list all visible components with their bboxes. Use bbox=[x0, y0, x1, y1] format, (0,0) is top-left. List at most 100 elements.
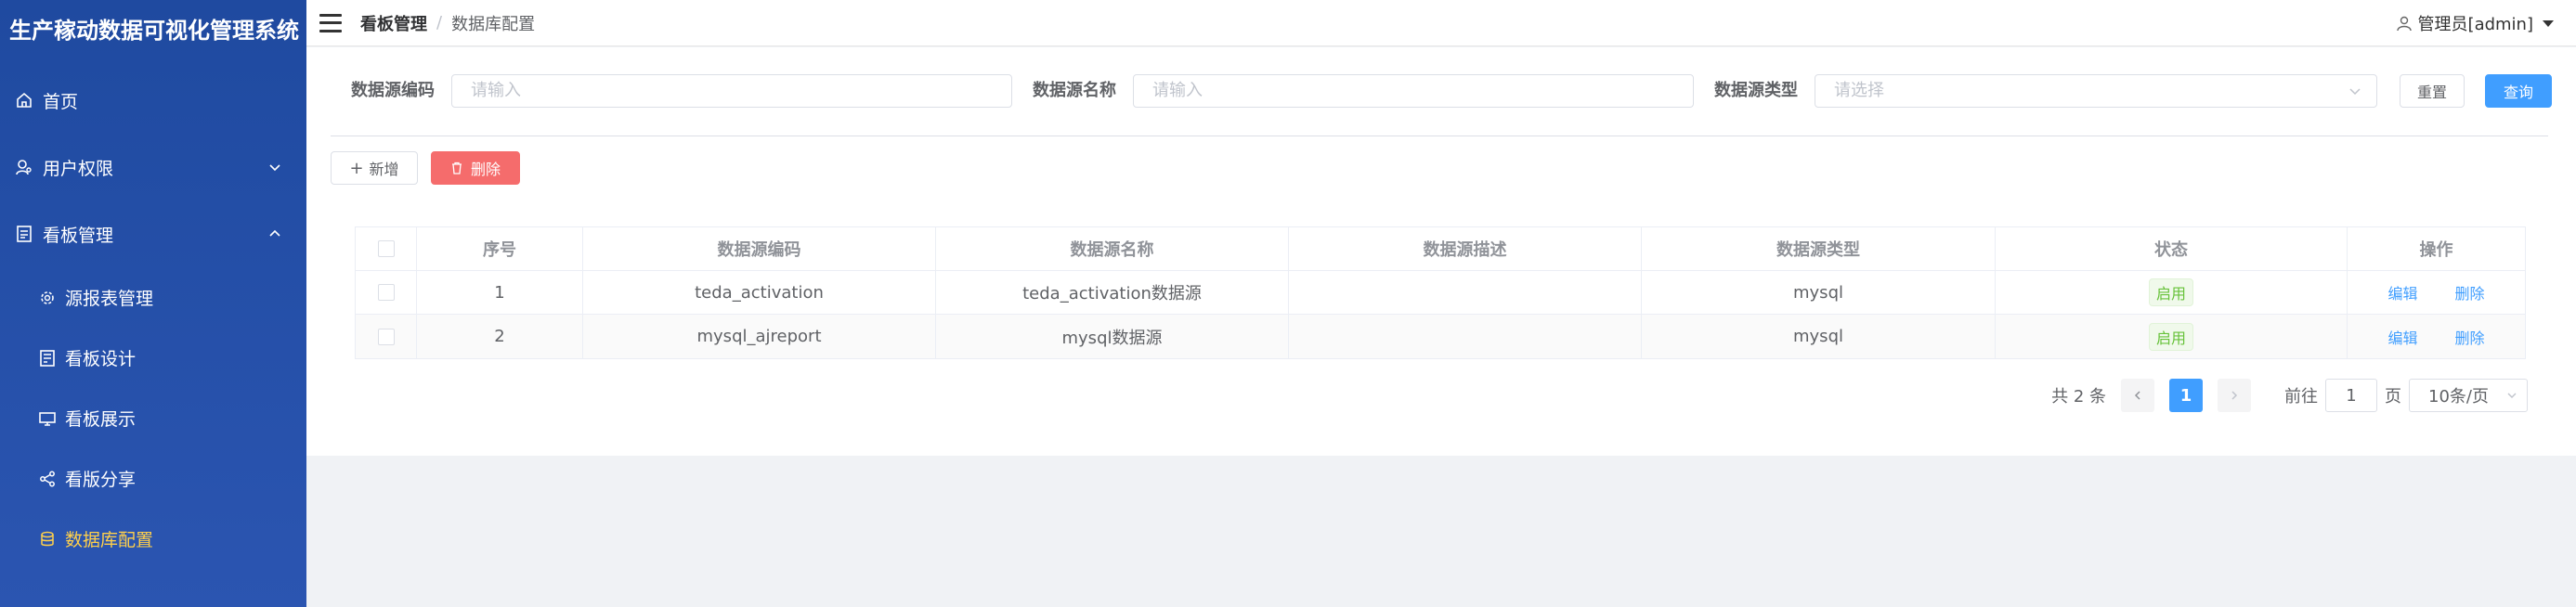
pagination-total: 共 2 条 bbox=[2051, 387, 2106, 407]
page-size-value: 10条/页 bbox=[2428, 387, 2489, 407]
table-header-cell: 数据源编码 bbox=[583, 227, 936, 270]
user-key-icon bbox=[15, 158, 33, 176]
table-header-cell: 数据源名称 bbox=[936, 227, 1289, 270]
table-row: 2 mysql_ajreport mysql数据源 mysql 启用 编辑 删除 bbox=[356, 315, 2525, 358]
sidebar-item-user-permissions[interactable]: 用户权限 bbox=[0, 134, 306, 200]
table-cell-status: 启用 bbox=[1996, 271, 2348, 314]
row-checkbox[interactable] bbox=[377, 328, 395, 345]
sidebar-item-database-config[interactable]: 数据库配置 bbox=[0, 509, 306, 569]
row-select-cell bbox=[356, 315, 417, 358]
top-header: 看板管理 / 数据库配置 管理员[admin] bbox=[306, 0, 2576, 46]
delete-button-label: 删除 bbox=[470, 161, 501, 178]
table-cell-type: mysql bbox=[1642, 315, 1996, 358]
table-header-cell: 数据源类型 bbox=[1642, 227, 1996, 270]
table-cell-index: 1 bbox=[417, 271, 583, 314]
table-cell-code: teda_activation bbox=[583, 271, 936, 314]
page-suffix: 页 bbox=[2385, 387, 2401, 407]
table-header-cell: 数据源描述 bbox=[1289, 227, 1642, 270]
trash-icon bbox=[451, 161, 462, 174]
design-icon bbox=[39, 349, 56, 367]
type-select[interactable]: 请选择 bbox=[1815, 74, 2377, 108]
query-button[interactable]: 查询 bbox=[2485, 74, 2552, 108]
breadcrumb-item-board-management[interactable]: 看板管理 bbox=[360, 11, 427, 35]
delete-button[interactable]: 删除 bbox=[431, 151, 520, 185]
table-header-cell: 状态 bbox=[1996, 227, 2348, 270]
table-cell-actions: 编辑 删除 bbox=[2348, 271, 2525, 314]
edit-link[interactable]: 编辑 bbox=[2387, 281, 2417, 304]
table-header-cell: 序号 bbox=[417, 227, 583, 270]
sidebar-item-source-report[interactable]: 源报表管理 bbox=[0, 267, 306, 328]
row-select-cell bbox=[356, 271, 417, 314]
table-cell-index: 2 bbox=[417, 315, 583, 358]
app-title: 生产稼动数据可视化管理系统 bbox=[9, 17, 299, 44]
prev-page-button[interactable] bbox=[2121, 379, 2154, 412]
delete-link[interactable]: 删除 bbox=[2455, 326, 2485, 348]
home-icon bbox=[15, 91, 33, 110]
table-cell-name: teda_activation数据源 bbox=[936, 271, 1289, 314]
user-menu[interactable]: 管理员[admin] bbox=[2396, 0, 2554, 46]
chevron-left-icon bbox=[2134, 391, 2140, 400]
gear-cluster-icon bbox=[39, 290, 56, 306]
code-label: 数据源编码 bbox=[351, 81, 435, 100]
edit-link[interactable]: 编辑 bbox=[2387, 326, 2417, 348]
next-page-button[interactable] bbox=[2218, 379, 2251, 412]
goto-label: 前往 bbox=[2284, 387, 2318, 407]
goto-page-input[interactable]: 1 bbox=[2325, 379, 2377, 412]
select-all-checkbox[interactable] bbox=[377, 240, 395, 257]
main-panel: 数据源编码 请输入 数据源名称 请输入 数据源类型 请选择 重置 查询 + 新增… bbox=[306, 47, 2576, 456]
table-row: 1 teda_activation teda_activation数据源 mys… bbox=[356, 271, 2525, 315]
table-cell-code: mysql_ajreport bbox=[583, 315, 936, 358]
share-icon bbox=[39, 471, 56, 487]
database-icon bbox=[39, 531, 56, 548]
name-label: 数据源名称 bbox=[1033, 81, 1116, 100]
breadcrumb: 看板管理 / 数据库配置 bbox=[360, 11, 535, 35]
status-badge: 启用 bbox=[2148, 322, 2193, 351]
caret-down-icon bbox=[2543, 19, 2554, 27]
sidebar-item-label: 数据库配置 bbox=[65, 530, 154, 550]
page-number-button[interactable]: 1 bbox=[2169, 379, 2203, 412]
sidebar-item-label: 看板管理 bbox=[43, 225, 114, 246]
table-header-cell: 操作 bbox=[2419, 240, 2453, 260]
pagination: 共 2 条 1 前往 1 页 10条/页 bbox=[2051, 379, 2528, 412]
delete-link[interactable]: 删除 bbox=[2455, 281, 2485, 304]
table-cell-actions: 编辑 删除 bbox=[2348, 315, 2525, 358]
name-input[interactable]: 请输入 bbox=[1133, 74, 1694, 108]
table-cell-name: mysql数据源 bbox=[936, 315, 1289, 358]
table-cell-type: mysql bbox=[1642, 271, 1996, 314]
status-badge: 启用 bbox=[2148, 278, 2193, 306]
breadcrumb-separator: / bbox=[436, 13, 443, 32]
sidebar-item-label: 首页 bbox=[43, 91, 79, 112]
sidebar-item-board-design[interactable]: 看板设计 bbox=[0, 328, 306, 388]
add-button[interactable]: + 新增 bbox=[331, 151, 418, 185]
sidebar: 生产稼动数据可视化管理系统 首页 用户权限 看板管理 源报表管理 看板设计 看板… bbox=[0, 0, 306, 607]
plus-icon: + bbox=[349, 158, 364, 178]
hamburger-menu-icon[interactable] bbox=[319, 13, 342, 32]
chevron-down-icon bbox=[2349, 88, 2361, 96]
sidebar-item-label: 看板设计 bbox=[65, 349, 137, 369]
chevron-up-icon bbox=[269, 229, 280, 237]
sidebar-item-label: 看版分享 bbox=[65, 470, 137, 490]
table-cell-desc bbox=[1289, 315, 1642, 358]
page-size-select[interactable]: 10条/页 bbox=[2409, 379, 2528, 412]
row-checkbox[interactable] bbox=[377, 284, 395, 301]
code-input[interactable]: 请输入 bbox=[451, 74, 1012, 108]
chevron-down-icon bbox=[2507, 393, 2517, 398]
chevron-right-icon bbox=[2231, 391, 2238, 400]
sidebar-item-label: 用户权限 bbox=[43, 158, 114, 179]
type-label: 数据源类型 bbox=[1714, 81, 1798, 100]
display-icon bbox=[39, 410, 56, 427]
chevron-down-icon bbox=[269, 164, 280, 172]
board-icon bbox=[15, 225, 33, 243]
sidebar-item-board-display[interactable]: 看板展示 bbox=[0, 388, 306, 448]
sidebar-item-board-management[interactable]: 看板管理 bbox=[0, 200, 306, 267]
datasource-table: 序号 数据源编码 数据源名称 数据源描述 数据源类型 状态 操作 1 teda_… bbox=[355, 226, 2526, 359]
sidebar-item-board-share[interactable]: 看版分享 bbox=[0, 448, 306, 509]
reset-button[interactable]: 重置 bbox=[2400, 74, 2465, 108]
table-header-row: 序号 数据源编码 数据源名称 数据源描述 数据源类型 状态 操作 bbox=[356, 227, 2525, 271]
type-select-placeholder: 请选择 bbox=[1834, 81, 1884, 100]
sidebar-item-home[interactable]: 首页 bbox=[0, 67, 306, 134]
breadcrumb-item-database-config: 数据库配置 bbox=[451, 14, 536, 34]
user-name: 管理员[admin] bbox=[2417, 15, 2533, 34]
search-form: 数据源编码 请输入 数据源名称 请输入 数据源类型 请选择 重置 查询 bbox=[306, 72, 2576, 110]
sidebar-item-label: 源报表管理 bbox=[65, 289, 154, 309]
